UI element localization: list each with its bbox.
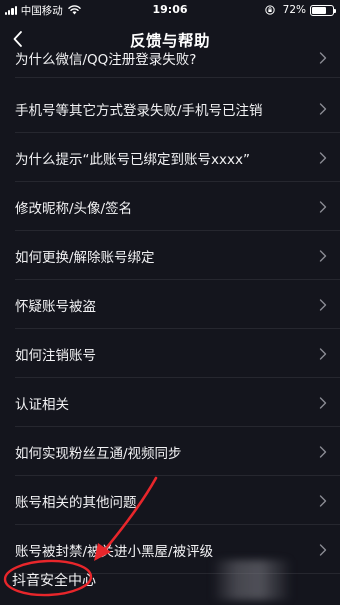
chevron-right-icon xyxy=(319,200,327,213)
battery-icon xyxy=(310,4,336,16)
status-bar: 中国移动 19:06 72% xyxy=(0,0,340,20)
list-item[interactable]: 如何实现粉丝互通/视频同步 xyxy=(0,427,340,476)
chevron-right-icon xyxy=(319,347,327,360)
list-item-label: 账号相关的其他问题 xyxy=(15,494,137,511)
divider xyxy=(15,77,340,78)
list-item-label: 认证相关 xyxy=(15,396,69,413)
list-item[interactable]: 怀疑账号被盗 xyxy=(0,280,340,329)
list-item[interactable]: 账号相关的其他问题 xyxy=(0,476,340,525)
chevron-right-icon xyxy=(319,102,327,115)
chevron-right-icon xyxy=(319,249,327,262)
list-item[interactable]: 为什么提示“此账号已绑定到账号xxxx” xyxy=(0,133,340,182)
list-item-label: 为什么提示“此账号已绑定到账号xxxx” xyxy=(15,151,250,168)
list-item-label: 如何实现粉丝互通/视频同步 xyxy=(15,445,182,462)
list-item-label: 如何更换/解除账号绑定 xyxy=(15,249,155,266)
chevron-right-icon xyxy=(319,52,327,64)
list-item[interactable]: 认证相关 xyxy=(0,378,340,427)
orientation-lock-icon xyxy=(264,5,275,15)
chevron-right-icon xyxy=(319,494,327,507)
list-item[interactable]: 修改昵称/头像/签名 xyxy=(0,182,340,231)
blurred-watermark xyxy=(212,560,292,600)
list-item[interactable]: 如何注销账号 xyxy=(0,329,340,378)
status-right: 72% xyxy=(264,3,336,17)
chevron-right-icon xyxy=(319,298,327,311)
list-item[interactable]: 如何更换/解除账号绑定 xyxy=(0,231,340,280)
chevron-right-icon xyxy=(319,151,327,164)
list-item[interactable]: 为什么微信/QQ注册登录失败? xyxy=(0,44,340,78)
battery-percent: 72% xyxy=(282,4,306,16)
chevron-right-icon xyxy=(319,396,327,409)
list-item-label: 抖音安全中心 xyxy=(12,572,96,589)
list-item[interactable]: 手机号等其它方式登录失败/手机号已注销 xyxy=(0,84,340,133)
list-item-label: 修改昵称/头像/签名 xyxy=(15,200,133,217)
list-item-label: 手机号等其它方式登录失败/手机号已注销 xyxy=(15,102,263,119)
battery-fill xyxy=(312,6,327,14)
list-item-label: 如何注销账号 xyxy=(15,347,96,364)
chevron-right-icon xyxy=(319,445,327,458)
list-item-label: 怀疑账号被盗 xyxy=(15,298,96,315)
list-item-label: 为什么微信/QQ注册登录失败? xyxy=(15,52,197,68)
